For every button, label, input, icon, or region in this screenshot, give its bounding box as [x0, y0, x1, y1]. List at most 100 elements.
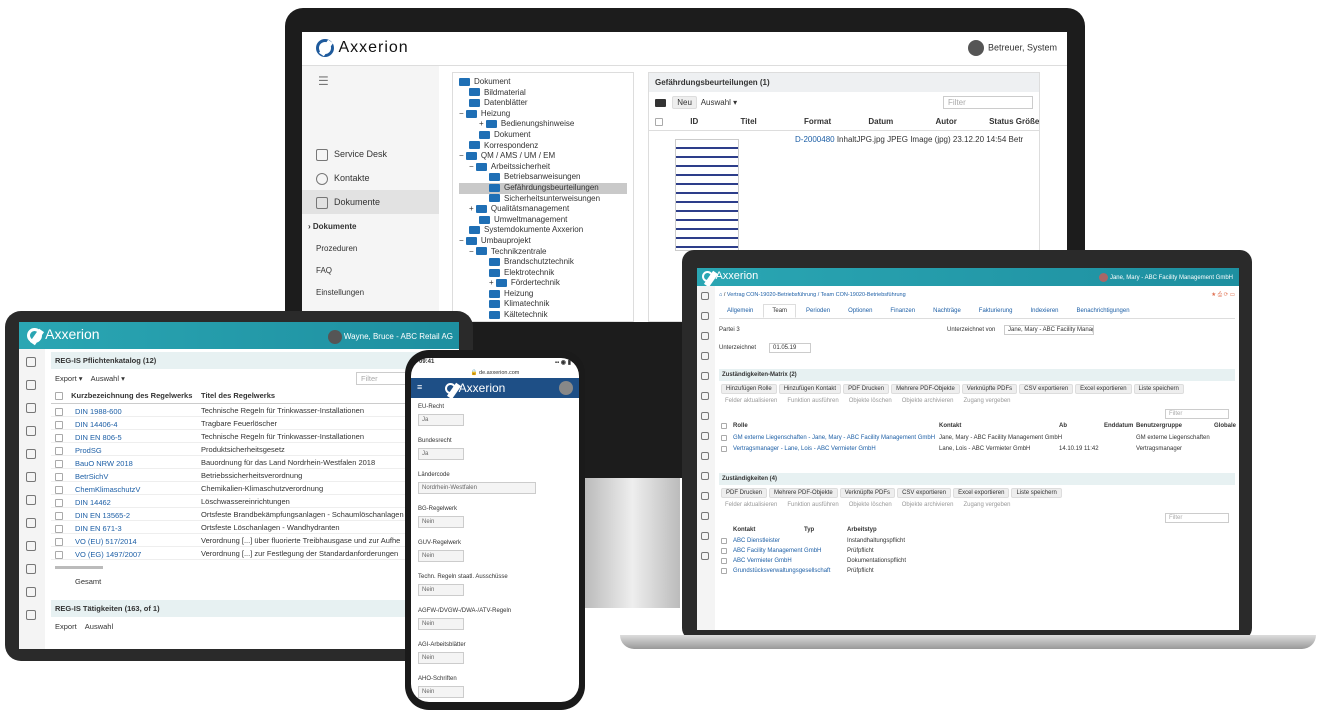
subnav-dokumente[interactable]: › Dokumente	[308, 216, 364, 238]
tree-node[interactable]: + Qualitätsmanagement	[459, 204, 627, 215]
scrollbar[interactable]	[55, 566, 103, 570]
user-name[interactable]: Jane, Mary - ABC Facility Management Gmb…	[1110, 275, 1233, 281]
column-header[interactable]: Kontakt	[733, 527, 755, 533]
subnav-einstellungen[interactable]: Einstellungen	[308, 282, 364, 304]
table-cell[interactable]: Vertragsmanager - Lane, Lois - ABC Vermi…	[733, 446, 876, 452]
tools-icon[interactable]	[26, 518, 36, 528]
table-row[interactable]: DIN 14462 Löschwassereinrichtungen	[51, 495, 459, 509]
tab-finanzen[interactable]: Finanzen	[882, 305, 923, 317]
tab-team[interactable]: Team	[763, 304, 797, 318]
column-header[interactable]: Enddatum	[1104, 423, 1133, 429]
tree-node[interactable]: Kältetechnik	[459, 310, 627, 321]
row-checkbox[interactable]	[55, 537, 63, 546]
url-bar[interactable]: 🔒 de.axxerion.com	[411, 368, 579, 378]
column-header[interactable]: Rolle	[733, 423, 748, 429]
column-header[interactable]: Kontakt	[939, 423, 961, 429]
table-row[interactable]: DIN EN 671-3 Ortsfeste Löschanlagen - Wan…	[51, 521, 459, 535]
person-icon[interactable]	[701, 332, 709, 340]
tree-node[interactable]: − Heizung	[459, 109, 627, 120]
toggle-icon[interactable]: +	[469, 204, 476, 213]
toggle-icon[interactable]: −	[459, 236, 466, 245]
menu-icon[interactable]: ☰	[318, 74, 329, 88]
tree-node[interactable]: − QM / AMS / UM / EM	[459, 151, 627, 162]
list-icon[interactable]	[701, 392, 709, 400]
menu-icon[interactable]	[26, 357, 36, 367]
toggle-icon[interactable]: −	[459, 109, 466, 118]
row-checkbox[interactable]	[721, 548, 727, 554]
nav-kontakte[interactable]: Kontakte	[316, 166, 436, 190]
action-button[interactable]: CSV exportieren	[897, 488, 952, 498]
action-button[interactable]: PDF Drucken	[843, 384, 890, 394]
select-all-checkbox[interactable]	[721, 423, 727, 429]
action-button[interactable]: Felder aktualisieren	[721, 501, 781, 509]
tab-benachrichtigungen[interactable]: Benachrichtigungen	[1069, 305, 1138, 317]
tab-fakturierung[interactable]: Fakturierung	[971, 305, 1021, 317]
subnav-prozeduren[interactable]: Prozeduren	[308, 238, 364, 260]
user-name[interactable]: Betreuer, System	[988, 42, 1057, 52]
action-button[interactable]: Verknüpfte PDFs	[961, 384, 1018, 394]
action-button[interactable]: Liste speichern	[1011, 488, 1062, 498]
tree-node[interactable]: Datenblätter	[459, 98, 627, 109]
box-icon[interactable]	[26, 495, 36, 505]
row-checkbox[interactable]	[721, 435, 727, 441]
star-icon[interactable]: ★ ⎙ ⟳ ▭	[1211, 292, 1235, 299]
home-icon[interactable]: ⌂	[719, 292, 722, 298]
avatar[interactable]	[1099, 273, 1109, 282]
tab-perioden[interactable]: Perioden	[798, 305, 838, 317]
action-button[interactable]: Hinzufügen Rolle	[721, 384, 777, 394]
chart-icon[interactable]	[701, 512, 709, 520]
globe-icon[interactable]	[701, 492, 709, 500]
chart-icon[interactable]	[26, 610, 36, 620]
tree-node[interactable]: Gefährdungsbeurteilungen	[459, 182, 627, 194]
row-checkbox[interactable]	[55, 433, 63, 442]
toggle-icon[interactable]: −	[469, 247, 476, 256]
avatar[interactable]	[967, 40, 984, 56]
list-icon[interactable]	[26, 472, 36, 482]
action-button[interactable]: Felder aktualisieren	[721, 397, 781, 405]
row-checkbox[interactable]	[55, 446, 63, 455]
action-button[interactable]: Objekte archivieren	[898, 501, 958, 509]
column-header[interactable]: Benutzergruppe	[1136, 423, 1182, 429]
row-checkbox[interactable]	[721, 538, 727, 544]
tree-node[interactable]: Brandschutztechnik	[459, 257, 627, 268]
table-row[interactable]: BetrSichV Betriebssicherheitsverordnung	[51, 469, 459, 483]
column-header[interactable]: Arbeitstyp	[847, 527, 877, 533]
action-button[interactable]: Objekte archivieren	[898, 397, 958, 405]
table-row[interactable]: BauO NRW 2018 Bauordnung für das Land Nor…	[51, 456, 459, 470]
table-row[interactable]: VO (EG) 1497/2007 Verordnung [...] zur Fe…	[51, 547, 459, 561]
action-button[interactable]: Hinzufügen Kontakt	[778, 384, 842, 394]
globe-icon[interactable]	[26, 587, 36, 597]
avatar[interactable]	[327, 330, 342, 344]
action-button[interactable]: Zugang vergeben	[959, 501, 1014, 509]
action-button[interactable]: Excel exportieren	[953, 488, 1010, 498]
tree-node[interactable]: − Arbeitssicherheit	[459, 162, 627, 173]
field-select[interactable]: Nein	[418, 686, 464, 698]
filter-input[interactable]: Filter	[943, 96, 1033, 109]
box-icon[interactable]	[701, 412, 709, 420]
action-button[interactable]: Mehrere PDF-Objekte	[891, 384, 960, 394]
new-button[interactable]: Neu	[672, 96, 697, 109]
column-header[interactable]: Globale	[1214, 423, 1236, 429]
tree-node[interactable]: Dokument	[459, 77, 627, 88]
tree-node[interactable]: − Technikzentrale	[459, 247, 627, 258]
filter-input[interactable]: Filter	[1165, 409, 1229, 419]
column-header[interactable]: Typ	[804, 527, 814, 533]
action-button[interactable]: Mehrere PDF-Objekte	[769, 488, 838, 498]
action-button[interactable]: Objekte löschen	[845, 501, 896, 509]
person-icon[interactable]	[26, 403, 36, 413]
tree-node[interactable]: Systemdokumente Axxerion	[459, 225, 627, 236]
row-checkbox[interactable]	[55, 485, 63, 494]
toggle-icon[interactable]: −	[459, 151, 466, 160]
action-button[interactable]: Excel exportieren	[1075, 384, 1132, 394]
tab-optionen[interactable]: Optionen	[840, 305, 880, 317]
action-button[interactable]: Zugang vergeben	[959, 397, 1014, 405]
row-checkbox[interactable]	[55, 472, 63, 481]
cart-icon[interactable]	[701, 532, 709, 540]
table-row[interactable]: VO (EU) 517/2014 Verordnung [...] über fl…	[51, 534, 459, 548]
row-checkbox[interactable]	[55, 407, 63, 416]
row-checkbox[interactable]	[721, 558, 727, 564]
table-cell[interactable]: ABC Vermieter GmbH	[733, 558, 792, 564]
nav-dokumente[interactable]: Dokumente	[302, 190, 439, 214]
user-name[interactable]: Wayne, Bruce - ABC Retail AG	[344, 332, 453, 341]
toggle-icon[interactable]: −	[469, 162, 476, 171]
